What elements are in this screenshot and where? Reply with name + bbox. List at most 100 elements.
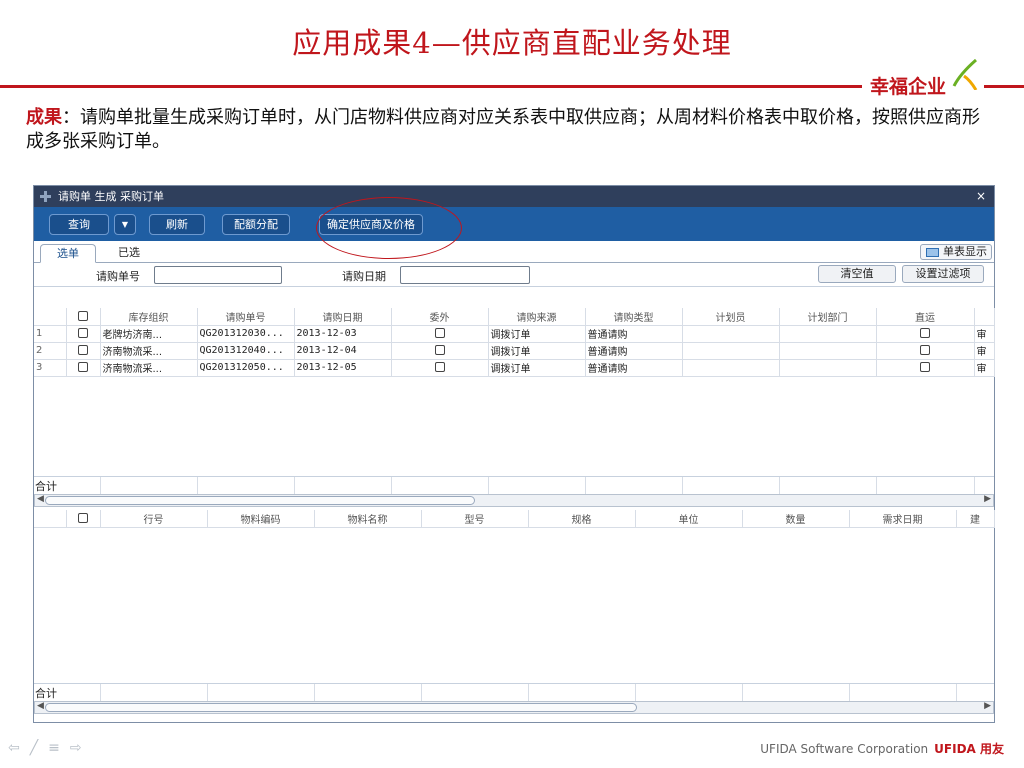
brand-logo: 幸福企业 [862, 58, 984, 98]
checkbox[interactable] [434, 345, 445, 355]
select-all-checkbox[interactable] [66, 308, 101, 326]
set-filter-button[interactable]: 设置过滤项 [902, 265, 984, 283]
scroll-left-icon[interactable]: ◀ [37, 701, 44, 711]
cell-outsource[interactable] [391, 342, 489, 360]
cell-direct[interactable] [876, 359, 975, 377]
row-select[interactable] [66, 342, 101, 360]
row-number-header [34, 308, 67, 326]
cell-req-date: 2013-12-03 [294, 325, 392, 343]
col-header[interactable]: 请购单号 [197, 308, 295, 326]
query-dropdown-icon[interactable]: ▼ [114, 214, 136, 235]
col-header[interactable] [974, 308, 995, 326]
select-all-checkbox[interactable] [66, 510, 101, 528]
col-header[interactable]: 数量 [742, 510, 850, 528]
app-window: 请购单 生成 采购订单 × 查询 ▼ 刷新 配额分配 确定供应商及价格 选单 已… [33, 185, 995, 723]
scroll-left-icon[interactable]: ◀ [37, 494, 44, 504]
cell-plan-dept [779, 342, 877, 360]
logo-text: 幸福企业 [870, 76, 947, 98]
single-view-label: 单表显示 [943, 245, 987, 258]
cell-plan-dept [779, 325, 877, 343]
cell-org: 济南物流采... [100, 359, 198, 377]
col-header[interactable]: 委外 [391, 308, 489, 326]
req-no-label: 请购单号 [96, 270, 140, 283]
col-header[interactable]: 行号 [100, 510, 208, 528]
pen-icon[interactable]: ╱ [30, 740, 48, 756]
slide-nav[interactable]: ⇦╱≡⇨ [8, 740, 92, 756]
col-header[interactable]: 请购类型 [585, 308, 683, 326]
checkbox[interactable] [920, 362, 930, 372]
scroll-right-icon[interactable]: ▶ [984, 701, 991, 711]
cell-req-no: QG201312050... [197, 359, 295, 377]
clear-button[interactable]: 清空值 [818, 265, 896, 283]
col-header[interactable]: 物料编码 [207, 510, 315, 528]
row-select[interactable] [66, 325, 101, 343]
filter-bar: 请购单号 请购日期 清空值 设置过滤项 [34, 263, 994, 287]
checkbox[interactable] [920, 328, 930, 338]
query-button[interactable]: 查询 [49, 214, 109, 235]
scroll-thumb[interactable] [45, 496, 475, 505]
checkbox[interactable] [434, 328, 445, 338]
cell-approve: 审 [974, 342, 995, 360]
tab-selected[interactable]: 已选 [104, 244, 154, 263]
confirm-supplier-price-button[interactable]: 确定供应商及价格 [319, 214, 423, 235]
scroll-thumb[interactable] [45, 703, 637, 712]
description-text: 请购单批量生成采购订单时，从门店物料供应商对应关系表中取供应商；从周材料价格表中… [26, 107, 980, 152]
col-header[interactable]: 直运 [876, 308, 975, 326]
tab-bar: 选单 已选 单表显示 [34, 241, 994, 263]
leaf-icon [952, 58, 978, 90]
col-header[interactable]: 物料名称 [314, 510, 422, 528]
cell-outsource[interactable] [391, 325, 489, 343]
row-number-header [34, 510, 67, 528]
cell-org: 济南物流采... [100, 342, 198, 360]
single-view-button[interactable]: 单表显示 [920, 244, 992, 260]
close-icon[interactable]: × [972, 189, 990, 204]
col-header[interactable]: 库存组织 [100, 308, 198, 326]
tab-select[interactable]: 选单 [40, 244, 96, 263]
req-no-input[interactable] [154, 266, 282, 284]
cell-direct[interactable] [876, 325, 975, 343]
cell-outsource[interactable] [391, 359, 489, 377]
col-header[interactable]: 请购日期 [294, 308, 392, 326]
checkbox[interactable] [920, 345, 930, 355]
col-header[interactable]: 需求日期 [849, 510, 957, 528]
col-header[interactable]: 计划部门 [779, 308, 877, 326]
checkbox[interactable] [434, 362, 445, 372]
col-header[interactable]: 建 [956, 510, 995, 528]
description-label: 成果 [26, 107, 62, 128]
checkbox[interactable] [78, 345, 88, 355]
lower-hscrollbar[interactable]: ◀ ▶ [34, 701, 994, 714]
checkbox[interactable] [78, 328, 88, 338]
upper-hscrollbar[interactable]: ◀ ▶ [34, 494, 994, 507]
row-select[interactable] [66, 359, 101, 377]
table-row[interactable]: 3 济南物流采... QG201312050... 2013-12-05 调拨订… [34, 359, 995, 377]
table-row[interactable]: 1 老牌坊济南... QG201312030... 2013-12-03 调拨订… [34, 325, 995, 343]
checkbox[interactable] [78, 362, 88, 372]
prev-icon[interactable]: ⇦ [8, 740, 30, 756]
footer-brand: UFIDA Software Corporation UFIDA 用友 [760, 740, 1004, 757]
refresh-button[interactable]: 刷新 [149, 214, 205, 235]
cell-source: 调拨订单 [488, 325, 586, 343]
cell-planner [682, 359, 780, 377]
lower-grid: 行号 物料编码 物料名称 型号 规格 单位 数量 需求日期 建 [34, 510, 995, 528]
row-number: 3 [34, 359, 67, 377]
col-header[interactable]: 单位 [635, 510, 743, 528]
row-number: 1 [34, 325, 67, 343]
cell-planner [682, 342, 780, 360]
table-row[interactable]: 2 济南物流采... QG201312040... 2013-12-04 调拨订… [34, 342, 995, 360]
req-date-input[interactable] [400, 266, 530, 284]
allocate-button[interactable]: 配额分配 [222, 214, 290, 235]
checkbox[interactable] [78, 512, 88, 523]
app-icon [40, 191, 51, 202]
col-header[interactable]: 规格 [528, 510, 636, 528]
menu-icon[interactable]: ≡ [48, 740, 70, 756]
toolbar: 查询 ▼ 刷新 配额分配 确定供应商及价格 [34, 207, 994, 241]
scroll-right-icon[interactable]: ▶ [984, 494, 991, 504]
next-icon[interactable]: ⇨ [70, 740, 92, 756]
checkbox[interactable] [78, 310, 88, 321]
description-sep: ： [62, 107, 80, 128]
cell-direct[interactable] [876, 342, 975, 360]
col-header[interactable]: 请购来源 [488, 308, 586, 326]
col-header[interactable]: 计划员 [682, 308, 780, 326]
description: 成果：请购单批量生成采购订单时，从门店物料供应商对应关系表中取供应商；从周材料价… [26, 106, 986, 154]
col-header[interactable]: 型号 [421, 510, 529, 528]
